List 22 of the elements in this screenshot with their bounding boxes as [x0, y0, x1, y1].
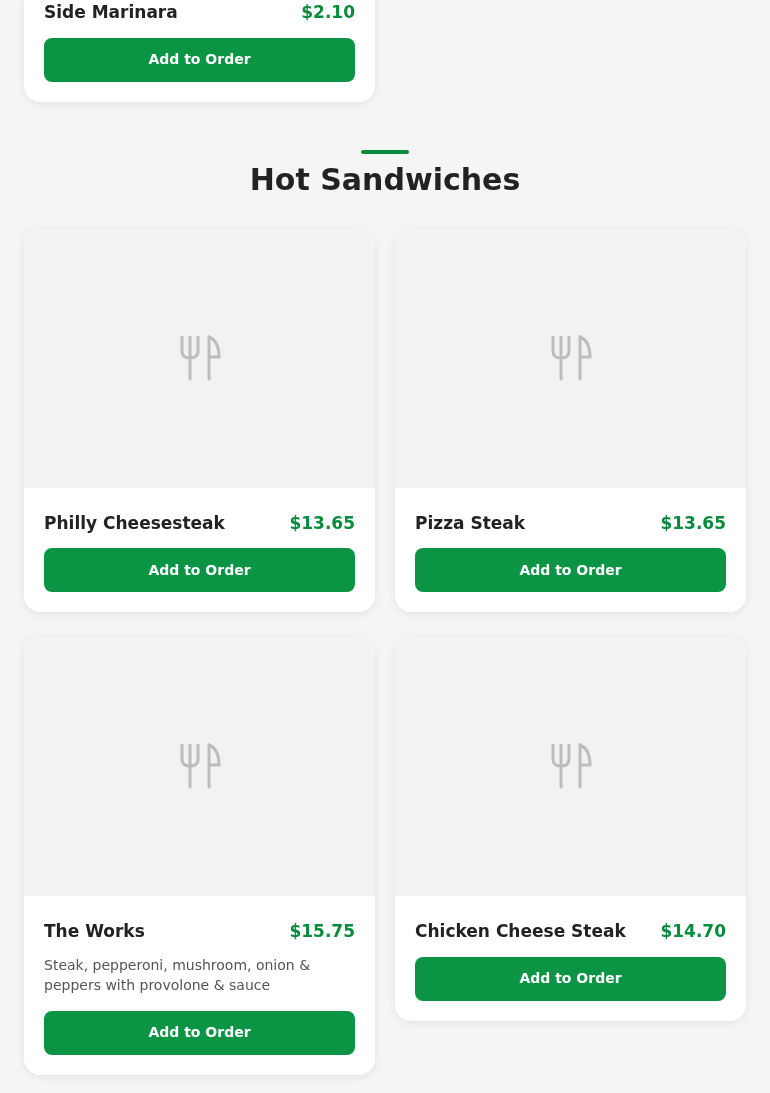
item-description: Steak, pepperoni, mushroom, onion & peppers with provolone & sauce [44, 955, 312, 995]
fork-knife-icon [549, 743, 592, 789]
item-name: Chicken Cheese Steak [415, 920, 626, 943]
fork-knife-icon [178, 743, 221, 789]
item-price: $15.75 [289, 920, 355, 943]
fork-knife-icon [178, 334, 221, 381]
add-to-order-button[interactable]: Add to Order [44, 548, 355, 592]
item-price: $13.65 [289, 511, 355, 535]
item-name: Side Marinara [44, 1, 178, 24]
fork-knife-icon [549, 334, 592, 381]
add-to-order-button[interactable]: Add to Order [415, 548, 726, 592]
item-price: $13.65 [660, 511, 726, 535]
add-to-order-button[interactable]: Add to Order [44, 37, 355, 82]
item-price: $2.10 [301, 1, 355, 24]
title-accent-bar [361, 149, 409, 154]
add-to-order-button[interactable]: Add to Order [44, 1010, 355, 1055]
section-title: Hot Sandwiches [249, 161, 521, 198]
item-name: Pizza Steak [415, 511, 526, 535]
add-to-order-button[interactable]: Add to Order [415, 956, 726, 1001]
item-price: $14.70 [660, 920, 726, 943]
item-name: Philly Cheesesteak [44, 511, 225, 535]
item-name: The Works [44, 920, 145, 943]
